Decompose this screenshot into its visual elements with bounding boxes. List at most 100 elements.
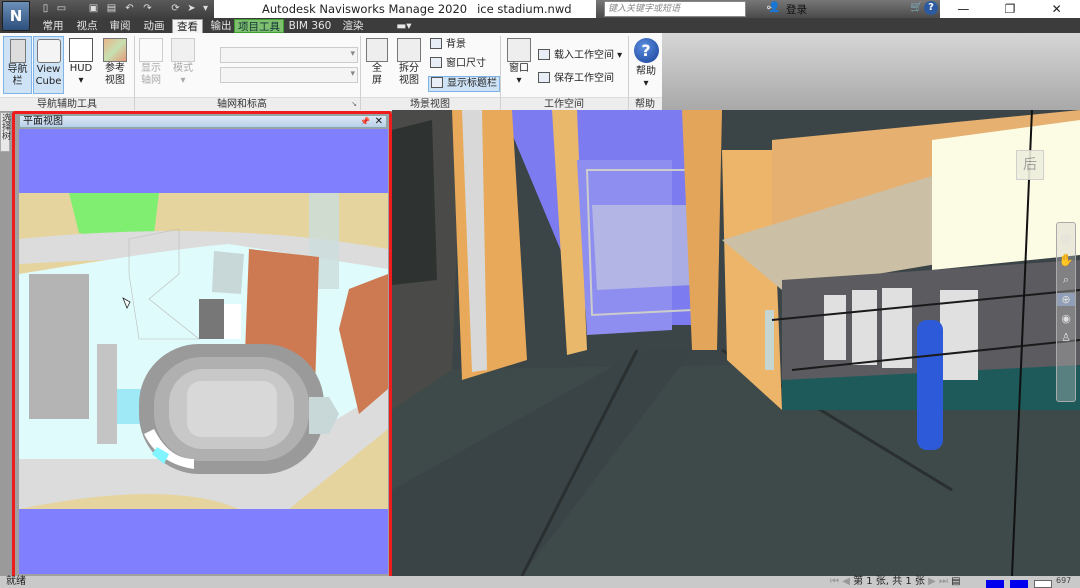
fullscreen-button[interactable]: 全屏: [364, 36, 390, 94]
undo-icon[interactable]: ↶: [124, 3, 135, 14]
cart-icon[interactable]: 🛒: [910, 2, 922, 13]
close-button[interactable]: ✕: [1033, 0, 1080, 18]
viewcube-button[interactable]: View Cube: [33, 36, 64, 94]
sheet-indicator: 第 1 张, 共 1 张: [853, 576, 925, 587]
mode-label: 模式: [173, 63, 193, 74]
3d-scene-view[interactable]: 后 ◎ ✋ ⌕ ⊕ ◉ ♙: [392, 110, 1080, 576]
stadium-interior-render: [392, 110, 1080, 576]
ribbon-tabs: 常用 视点 审阅 动画 查看 输出 项目工具 BIM 360 渲染 ▬▾: [0, 18, 1080, 33]
site-plan-map: [19, 193, 388, 509]
ref-view-label: 参考视图: [105, 63, 125, 86]
window-size-label: 窗口尺寸: [446, 58, 486, 69]
grid-combo-1[interactable]: [220, 47, 358, 63]
tab-render[interactable]: 渲染: [338, 19, 368, 33]
status-bar: 就绪 ⏮ ◀ 第 1 张, 共 1 张 ▶ ⏭ ▤ 697: [0, 576, 1080, 588]
plan-view-canvas[interactable]: [19, 129, 388, 574]
grid-mode-button[interactable]: 模式 ▾: [168, 36, 198, 94]
tab-viewpoint[interactable]: 视点: [72, 19, 102, 33]
close-panel-icon[interactable]: ✕: [375, 116, 383, 128]
fullscreen-icon: [366, 38, 388, 62]
zoom-icon[interactable]: ⌕: [1057, 273, 1075, 287]
windows-button[interactable]: 窗口 ▾: [504, 36, 534, 94]
pan-icon[interactable]: ✋: [1057, 253, 1075, 267]
print-icon[interactable]: ▤: [106, 3, 117, 14]
load-workspace-button[interactable]: 载入工作空间 ▾: [538, 49, 622, 63]
previous-sheet-icon[interactable]: ◀: [842, 576, 850, 587]
tab-output[interactable]: 输出: [206, 19, 236, 33]
tab-animation[interactable]: 动画: [139, 19, 169, 33]
next-sheet-icon[interactable]: ▶: [928, 576, 936, 587]
selection-tree-tab[interactable]: 选择树: [0, 112, 10, 152]
navigation-bar[interactable]: ◎ ✋ ⌕ ⊕ ◉ ♙: [1056, 222, 1076, 402]
dialog-launcher-icon[interactable]: ↘: [350, 98, 358, 111]
divider: [360, 36, 361, 110]
hud-button[interactable]: HUD ▾: [66, 36, 96, 94]
ribbon-group-labels: 导航辅助工具 轴网和标高 ↘ 场景视图 工作空间 帮助: [0, 97, 662, 111]
windows-label: 窗口: [509, 63, 529, 74]
grid-combo-2[interactable]: [220, 67, 358, 83]
load-workspace-icon: [538, 49, 550, 60]
sheet-browser-icon[interactable]: ▤: [951, 576, 960, 587]
save-icon[interactable]: ▣: [88, 3, 99, 14]
plan-view-title-bar: 平面视图 📌 ✕: [19, 115, 387, 128]
grid-icon: [139, 38, 163, 62]
pencil-progress-icon: [986, 580, 1004, 588]
pin-icon[interactable]: 📌: [360, 116, 370, 128]
help-button[interactable]: ? 帮助 ▾: [631, 36, 661, 94]
hud-label: HUD: [69, 63, 93, 74]
quick-access-toolbar: ▯ ▭ ▣ ▤ ↶ ↷ ⟳ ➤ ▾: [0, 0, 214, 18]
web-server-progress-icon: [1034, 580, 1052, 588]
nav-bar-button[interactable]: 导航栏: [3, 36, 32, 94]
divider: [628, 36, 629, 110]
window-size-button[interactable]: 窗口尺寸: [430, 57, 486, 71]
tab-item-tools[interactable]: 项目工具: [234, 19, 284, 33]
restore-button[interactable]: ❐: [987, 0, 1034, 18]
refresh-icon[interactable]: ⟳: [170, 3, 181, 14]
tab-home[interactable]: 常用: [38, 19, 68, 33]
show-title-bar-toggle[interactable]: 显示标题栏: [428, 76, 500, 92]
window-controls: — ❐ ✕: [940, 0, 1080, 18]
group-nav-aids: 导航辅助工具: [37, 99, 97, 110]
login-button[interactable]: 登录: [786, 2, 807, 17]
hud-axes-icon: [69, 38, 93, 62]
windows-icon: [507, 38, 531, 62]
camera-dropdown-icon[interactable]: ▬▾: [392, 19, 416, 33]
search-input[interactable]: 键入关键字或短语: [604, 1, 746, 17]
title-bar-icon: [431, 77, 443, 88]
background-label: 背景: [446, 39, 466, 50]
save-workspace-label: 保存工作空间: [554, 73, 614, 84]
show-title-bar-label: 显示标题栏: [447, 78, 497, 89]
help-icon[interactable]: ?: [924, 1, 938, 15]
plan-view-title: 平面视图: [23, 116, 63, 127]
fullscreen-label: 全屏: [372, 63, 382, 86]
steering-wheel-icon[interactable]: ◎: [1057, 231, 1075, 245]
show-grid-button[interactable]: 显示轴网: [136, 36, 166, 94]
tab-review[interactable]: 审阅: [105, 19, 135, 33]
tab-bim360[interactable]: BIM 360: [288, 19, 332, 33]
help-label: 帮助: [636, 66, 656, 77]
application-menu-button[interactable]: N: [2, 1, 30, 31]
first-sheet-icon[interactable]: ⏮: [830, 576, 839, 587]
customize-qat-icon[interactable]: ▾: [200, 3, 211, 14]
redo-icon[interactable]: ↷: [142, 3, 153, 14]
open-file-icon[interactable]: ▭: [56, 3, 67, 14]
look-icon[interactable]: ◉: [1057, 312, 1075, 325]
show-grid-label: 显示轴网: [141, 63, 161, 86]
new-file-icon[interactable]: ▯: [40, 3, 51, 14]
file-name: ice stadium.nwd: [477, 2, 572, 16]
save-workspace-button[interactable]: 保存工作空间: [538, 72, 614, 86]
orbit-icon[interactable]: ⊕: [1057, 293, 1075, 306]
viewcube[interactable]: 后: [1016, 150, 1044, 180]
last-sheet-icon[interactable]: ⏭: [939, 576, 948, 587]
reference-view-button[interactable]: 参考视图: [99, 36, 131, 94]
divider: [500, 36, 501, 110]
split-view-button[interactable]: 拆分视图: [393, 36, 425, 94]
minimize-button[interactable]: —: [940, 0, 987, 18]
background-button[interactable]: 背景: [430, 38, 466, 52]
reference-view-icon: [103, 38, 127, 62]
walk-icon[interactable]: ♙: [1057, 331, 1075, 344]
mode-icon: [171, 38, 195, 62]
tab-view[interactable]: 查看: [172, 19, 203, 33]
disk-progress-icon: [1010, 580, 1028, 588]
select-icon[interactable]: ➤: [186, 3, 197, 14]
